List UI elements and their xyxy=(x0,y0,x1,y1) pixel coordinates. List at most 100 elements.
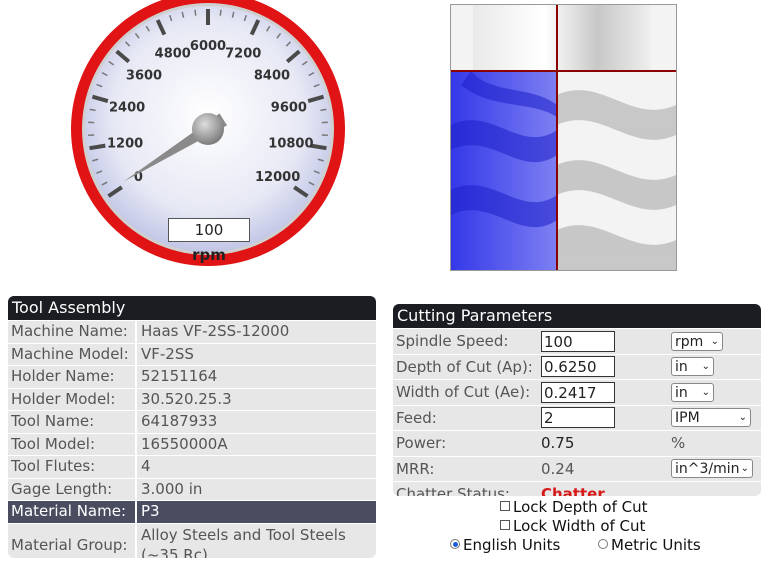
table-row: Gage Length: 3.000 in xyxy=(8,477,376,500)
table-row: Holder Name: 52151164 xyxy=(8,365,376,388)
power-value: 0.75 xyxy=(541,434,575,453)
width-unit-select[interactable]: in ⌄ xyxy=(671,382,714,402)
cutting-parameters-title: Cutting Parameters xyxy=(393,304,761,328)
power-row: Power: 0.75 % xyxy=(393,430,761,456)
gauge-tick-label: 2400 xyxy=(109,100,145,115)
feed-input[interactable]: 2 xyxy=(541,407,615,429)
row-label: Tool Flutes: xyxy=(8,456,137,478)
row-label: Holder Name: xyxy=(8,366,137,388)
mrr-unit-select[interactable]: in^3/min ⌄ xyxy=(671,459,753,479)
depth-unit-select[interactable]: in ⌄ xyxy=(671,357,714,377)
tool-engagement-view xyxy=(450,4,677,271)
row-value: Alloy Steels and Tool Steels (~35 Rc) xyxy=(141,525,346,559)
depth-unit-value: in xyxy=(675,359,688,376)
english-units-radio[interactable] xyxy=(450,539,460,549)
lock-depth-label: Lock Depth of Cut xyxy=(513,498,648,516)
table-row: Tool Flutes: 4 xyxy=(8,455,376,478)
table-row: Machine Name: Haas VF-2SS-12000 xyxy=(8,320,376,343)
row-value: VF-2SS xyxy=(141,344,194,363)
row-label: Machine Name: xyxy=(8,321,137,343)
chatter-status-row: Chatter Status: Chatter xyxy=(393,481,761,496)
chevron-down-icon: ⌄ xyxy=(740,463,749,475)
spindle-unit-value: rpm xyxy=(675,333,704,350)
width-of-cut-label: Width of Cut (Ae): xyxy=(396,383,531,402)
english-units-label: English Units xyxy=(463,536,561,554)
gauge-tick-label: 9600 xyxy=(271,100,307,115)
gauge-tick-label: 6000 xyxy=(190,39,226,54)
row-label: Tool Model: xyxy=(8,433,137,455)
chevron-down-icon: ⌄ xyxy=(710,335,719,347)
row-value: 3.000 in xyxy=(141,479,203,498)
row-value: 16550000A xyxy=(141,434,228,453)
row-label: Machine Model: xyxy=(8,343,137,365)
feed-row: Feed: 2 IPM ⌄ xyxy=(393,404,761,431)
metric-units-option[interactable]: Metric Units xyxy=(598,536,701,554)
feed-unit-select[interactable]: IPM ⌄ xyxy=(671,408,751,428)
tool-assembly-table: Tool Assembly Machine Name: Haas VF-2SS-1… xyxy=(8,296,376,558)
width-unit-value: in xyxy=(675,384,688,401)
gauge-major-tick xyxy=(89,143,106,151)
lock-width-label: Lock Width of Cut xyxy=(513,517,646,535)
chevron-down-icon: ⌄ xyxy=(738,412,747,424)
row-value: P3 xyxy=(141,502,160,520)
chevron-down-icon: ⌄ xyxy=(701,386,710,398)
chatter-status-label: Chatter Status: xyxy=(396,485,510,496)
rpm-unit-label: rpm xyxy=(192,246,226,264)
table-row: Machine Model: VF-2SS xyxy=(8,342,376,365)
chevron-down-icon: ⌄ xyxy=(701,361,710,373)
table-row: Material Group: Alloy Steels and Tool Ste… xyxy=(8,522,376,559)
table-row-highlighted[interactable]: Material Name: P3 xyxy=(8,500,376,523)
lock-depth-checkbox[interactable] xyxy=(500,501,510,511)
width-of-cut-row: Width of Cut (Ae): 0.2417 in ⌄ xyxy=(393,379,761,405)
tool-assembly-title: Tool Assembly xyxy=(8,296,376,320)
power-label: Power: xyxy=(396,434,447,453)
spindle-speed-input[interactable]: 100 xyxy=(541,330,615,352)
spindle-speed-gauge: 0 1200 2400 3600 4800 6000 7200 8400 9600 10800 12… xyxy=(0,0,420,280)
english-units-option[interactable]: English Units xyxy=(450,536,560,554)
metric-units-label: Metric Units xyxy=(611,536,701,554)
feed-unit-value: IPM xyxy=(675,410,700,427)
gauge-tick-label: 7200 xyxy=(225,47,261,62)
row-label: Material Group: xyxy=(8,523,137,558)
gauge-tick-label: 12000 xyxy=(255,170,300,185)
lock-width-checkbox[interactable] xyxy=(500,520,510,530)
depth-of-cut-label: Depth of Cut (Ap): xyxy=(396,357,533,376)
row-value: 52151164 xyxy=(141,367,218,385)
gauge-minor-tick xyxy=(219,9,222,16)
rpm-readout-field[interactable]: 100 xyxy=(168,218,250,242)
mrr-unit-value: in^3/min xyxy=(675,461,740,478)
gauge-tick-label: 8400 xyxy=(254,69,290,84)
chatter-status-value: Chatter xyxy=(541,485,605,496)
table-row: Holder Model: 30.520.25.3 xyxy=(8,387,376,410)
end-mill-illustration xyxy=(451,5,676,270)
table-row: Tool Name: 64187933 xyxy=(8,410,376,433)
feed-label: Feed: xyxy=(396,408,437,427)
table-row: Tool Model: 16550000A xyxy=(8,432,376,455)
cutting-parameters-table: Cutting Parameters Spindle Speed: 100 rp… xyxy=(393,304,761,496)
mrr-label: MRR: xyxy=(396,459,435,478)
spindle-unit-select[interactable]: rpm ⌄ xyxy=(671,331,723,351)
spindle-speed-row: Spindle Speed: 100 rpm ⌄ xyxy=(393,328,761,354)
row-value: 30.520.25.3 xyxy=(141,389,232,408)
gauge-minor-tick xyxy=(194,9,197,16)
depth-of-cut-row: Depth of Cut (Ap): 0.6250 in ⌄ xyxy=(393,353,761,380)
gauge-minor-tick xyxy=(89,108,96,112)
gauge-tick-label: 4800 xyxy=(155,47,191,62)
gauge-tick-label: 3600 xyxy=(126,69,162,84)
lock-depth-option[interactable]: Lock Depth of Cut xyxy=(500,498,648,516)
row-value: 64187933 xyxy=(141,412,218,430)
row-label: Gage Length: xyxy=(8,478,137,500)
row-value: Haas VF-2SS-12000 xyxy=(141,322,290,340)
width-of-cut-input[interactable]: 0.2417 xyxy=(541,381,615,403)
mrr-row: MRR: 0.24 in^3/min ⌄ xyxy=(393,455,761,482)
depth-of-cut-input[interactable]: 0.6250 xyxy=(541,356,615,378)
row-label: Holder Model: xyxy=(8,388,137,410)
gauge-minor-tick xyxy=(320,108,327,112)
power-unit: % xyxy=(671,434,686,453)
gauge-tick-label: 10800 xyxy=(268,136,313,151)
row-label: Material Name: xyxy=(8,501,137,523)
row-value: 4 xyxy=(141,457,151,475)
lock-width-option[interactable]: Lock Width of Cut xyxy=(500,517,645,535)
mrr-value: 0.24 xyxy=(541,459,575,478)
metric-units-radio[interactable] xyxy=(598,539,608,549)
